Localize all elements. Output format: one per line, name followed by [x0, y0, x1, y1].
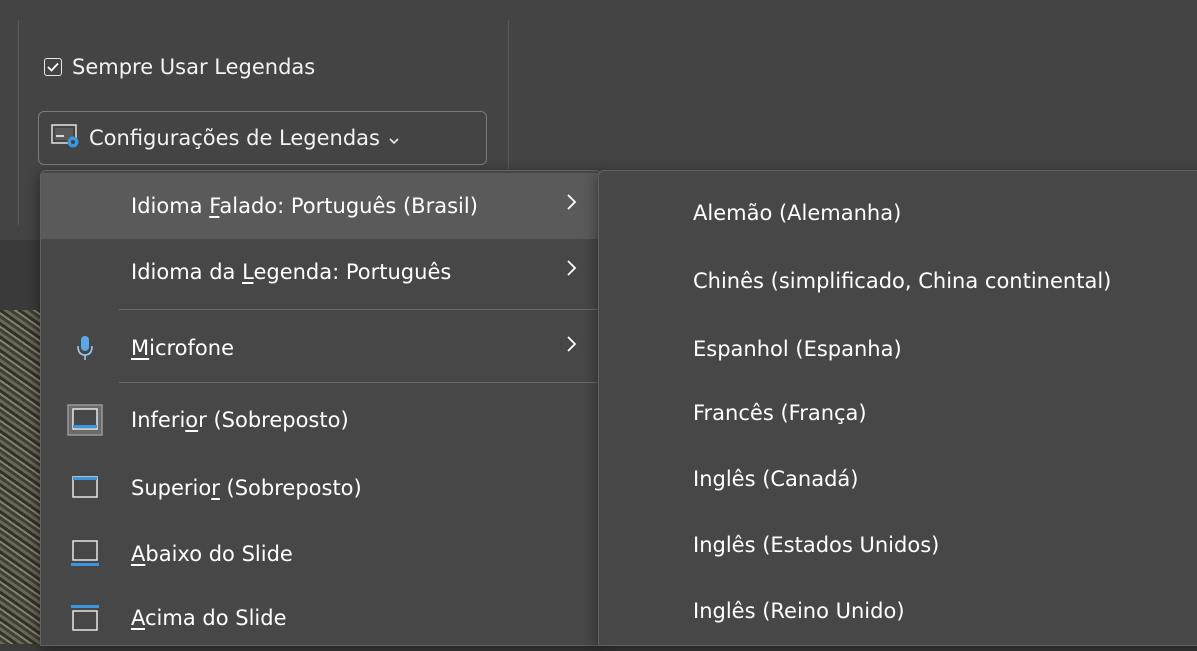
chevron-down-icon: [388, 126, 400, 150]
spoken-language-submenu: Alemão (Alemanha) Chinês (simplificado, …: [598, 170, 1197, 646]
menu-item-above-slide[interactable]: Acima do Slide: [41, 585, 601, 651]
language-option[interactable]: Inglês (Canadá): [599, 445, 1197, 513]
menu-separator: [119, 382, 601, 383]
menu-item-label: Inferior (Sobreposto): [131, 408, 349, 432]
caption-settings-button[interactable]: Configurações de Legendas: [38, 111, 487, 165]
microphone-icon: [63, 328, 107, 368]
menu-item-label: Acima do Slide: [131, 606, 287, 630]
caption-bottom-overlay-icon: [63, 400, 107, 440]
always-use-captions-checkbox[interactable]: Sempre Usar Legendas: [44, 50, 315, 84]
caption-below-slide-icon: [63, 534, 107, 574]
slide-image-edge: [0, 310, 40, 644]
language-option[interactable]: Inglês (Reino Unido): [599, 577, 1197, 645]
language-option[interactable]: Alemão (Alemanha): [599, 179, 1197, 247]
language-option[interactable]: Espanhol (Espanha): [599, 315, 1197, 383]
chevron-right-icon: [565, 333, 579, 360]
menu-item-spoken-language[interactable]: Idioma Falado: Português (Brasil): [41, 173, 601, 239]
menu-item-label: Superior (Sobreposto): [131, 476, 362, 500]
chevron-right-icon: [565, 257, 579, 284]
menu-separator: [119, 309, 601, 310]
language-option[interactable]: Chinês (simplificado, China continental): [599, 247, 1197, 315]
chevron-right-icon: [565, 191, 579, 218]
menu-item-top-overlay[interactable]: Superior (Sobreposto): [41, 455, 601, 521]
caption-settings-menu: Idioma Falado: Português (Brasil) Idioma…: [40, 170, 602, 646]
menu-item-label: Idioma da Legenda: Português: [131, 260, 452, 284]
checkbox-checked-icon[interactable]: [44, 58, 62, 76]
menu-item-label: Microfone: [131, 336, 234, 360]
caption-above-slide-icon: [63, 598, 107, 638]
menu-item-label: Abaixo do Slide: [131, 542, 293, 566]
menu-item-bottom-overlay[interactable]: Inferior (Sobreposto): [41, 387, 601, 453]
caption-top-overlay-icon: [63, 468, 107, 508]
ribbon-separator: [18, 20, 19, 225]
menu-item-caption-language[interactable]: Idioma da Legenda: Português: [41, 239, 601, 305]
language-option[interactable]: Francês (França): [599, 379, 1197, 447]
language-option[interactable]: Inglês (Estados Unidos): [599, 511, 1197, 579]
menu-item-microphone[interactable]: Microfone: [41, 315, 601, 381]
menu-item-label: Idioma Falado: Português (Brasil): [131, 194, 478, 218]
always-use-captions-label: Sempre Usar Legendas: [72, 55, 316, 79]
menu-item-below-slide[interactable]: Abaixo do Slide: [41, 521, 601, 587]
caption-settings-label: Configurações de Legendas: [89, 126, 380, 150]
caption-settings-icon: [51, 123, 81, 154]
